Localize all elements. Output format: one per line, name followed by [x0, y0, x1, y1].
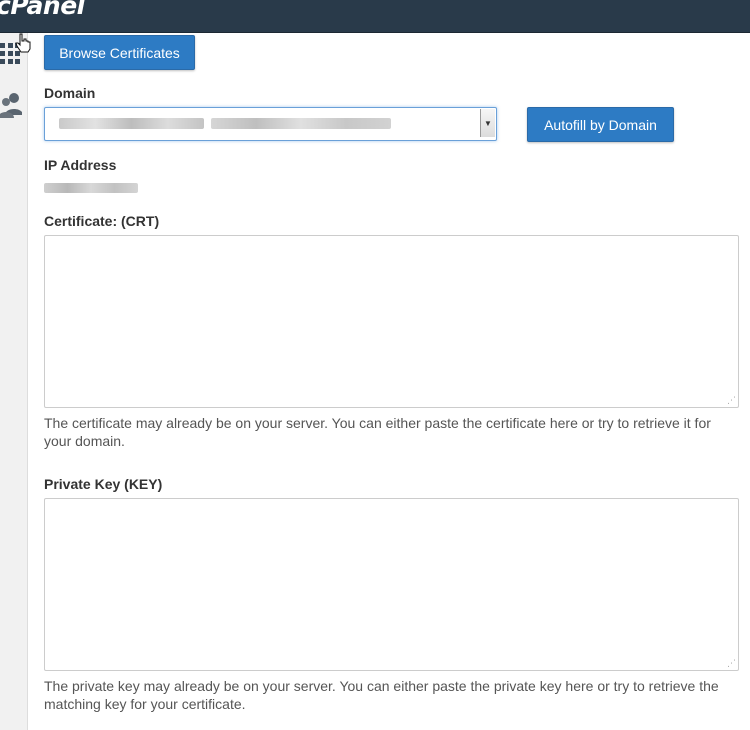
domain-select-value [45, 108, 475, 138]
private-key-help-text: The private key may already be on your s… [44, 678, 719, 712]
ip-address-label: IP Address [44, 157, 117, 173]
users-icon[interactable] [0, 91, 23, 124]
domain-label: Domain [44, 85, 96, 101]
sidebar [0, 33, 28, 730]
private-key-label: Private Key (KEY) [44, 476, 163, 492]
certificate-label: Certificate: (CRT) [44, 213, 160, 229]
top-bar: cPanel [0, 0, 750, 33]
hand-cursor-icon [15, 33, 31, 58]
private-key-textarea[interactable] [44, 498, 739, 671]
cpanel-logo[interactable]: cPanel [0, 0, 85, 20]
domain-select[interactable]: ▼ [44, 107, 497, 141]
main-content: Browse Certificates Domain ▼ Autofill by… [44, 33, 750, 730]
ip-address-value [44, 183, 138, 193]
autofill-by-domain-button[interactable]: Autofill by Domain [527, 107, 674, 142]
certificate-textarea[interactable] [44, 235, 739, 408]
browse-certificates-button[interactable]: Browse Certificates [44, 35, 195, 70]
certificate-help-text: The certificate may already be on your s… [44, 415, 711, 449]
chevron-down-icon[interactable]: ▼ [480, 109, 495, 137]
